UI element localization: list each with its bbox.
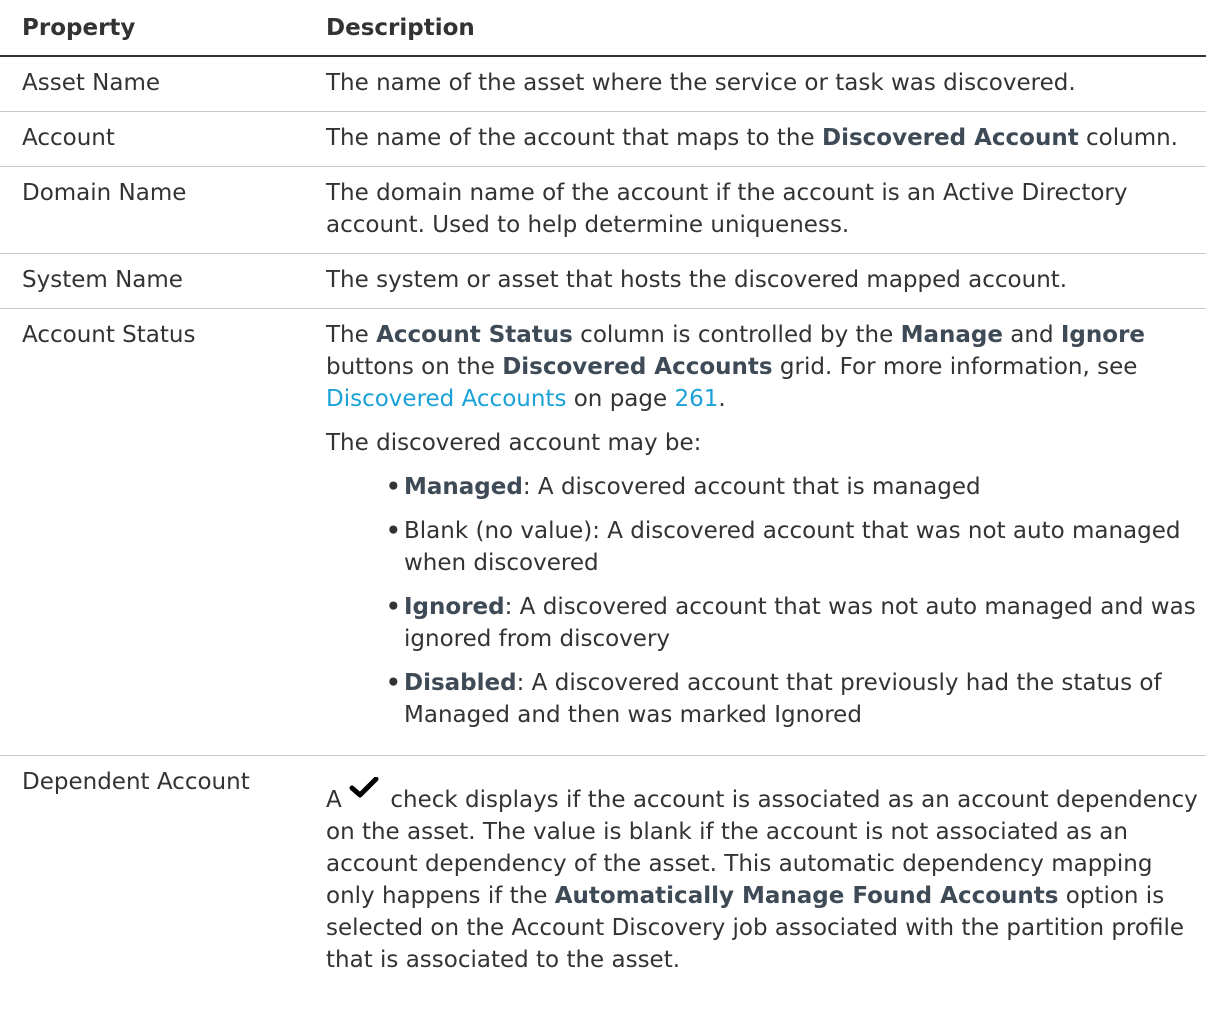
- list-item-text: : A discovered account that was not auto…: [404, 594, 1196, 652]
- list-item: • Ignored: A discovered account that was …: [386, 591, 1202, 655]
- property-cell: Account: [0, 111, 306, 167]
- bold-term: Ignore: [1060, 322, 1146, 348]
- table-row-domain-name: Domain Name The domain name of the accou…: [0, 166, 1206, 254]
- list-item-text: : A discovered account that previously h…: [404, 670, 1162, 728]
- table-row-account-status: Account Status The Account Status column…: [0, 308, 1206, 756]
- status-list: • Managed: A discovered account that is m…: [326, 471, 1202, 731]
- description-text: A: [326, 787, 350, 813]
- bold-term: Manage: [900, 322, 1003, 348]
- checkmark-icon: [349, 776, 383, 798]
- list-item: • Managed: A discovered account that is m…: [386, 471, 1202, 503]
- description-text: column.: [1078, 125, 1178, 151]
- status-paragraph: The Account Status column is controlled …: [326, 319, 1202, 415]
- list-item: • Blank (no value): A discovered account …: [386, 515, 1202, 579]
- page-number-link[interactable]: 261: [674, 386, 718, 412]
- description-cell: A check displays if the account is assoc…: [306, 756, 1206, 989]
- list-item: • Disabled: A discovered account that pre…: [386, 667, 1202, 731]
- property-table: Property Description Asset Name The name…: [0, 0, 1206, 988]
- description-cell: The name of the account that maps to the…: [306, 111, 1206, 167]
- property-cell: Domain Name: [0, 166, 306, 254]
- bold-term: Ignored: [404, 594, 505, 620]
- table-header-row: Property Description: [0, 0, 1206, 57]
- description-text: grid. For more information, see: [772, 354, 1138, 380]
- description-text: The: [326, 322, 377, 348]
- description-text: buttons on the: [326, 354, 503, 380]
- property-column-header: Property: [0, 0, 306, 57]
- table-row-system-name: System Name The system or asset that hos…: [0, 253, 1206, 309]
- property-cell: Asset Name: [0, 56, 306, 112]
- description-cell: The name of the asset where the service …: [306, 56, 1206, 112]
- bold-term: Account Status: [376, 322, 573, 348]
- bullet-icon: •: [386, 594, 401, 620]
- bold-term: Managed: [404, 474, 523, 500]
- description-cell: The Account Status column is controlled …: [306, 308, 1206, 756]
- table-row-asset-name: Asset Name The name of the asset where t…: [0, 56, 1206, 112]
- description-cell: The system or asset that hosts the disco…: [306, 253, 1206, 309]
- description-text: on page: [566, 386, 675, 412]
- table-row-account: Account The name of the account that map…: [0, 111, 1206, 167]
- property-cell: System Name: [0, 253, 306, 309]
- bullet-icon: •: [386, 670, 401, 696]
- description-text: .: [718, 386, 726, 412]
- discovered-accounts-link[interactable]: Discovered Accounts: [326, 386, 566, 412]
- description-column-header: Description: [306, 0, 1206, 57]
- bold-term: Disabled: [404, 670, 517, 696]
- bold-term: Discovered Accounts: [502, 354, 773, 380]
- property-cell: Account Status: [0, 308, 306, 756]
- description-text: The name of the account that maps to the: [326, 125, 822, 151]
- bold-term: Automatically Manage Found Accounts: [554, 883, 1059, 909]
- table-row-dependent-account: Dependent Account A check displays if th…: [0, 756, 1206, 989]
- list-item-text: Blank (no value): A discovered account t…: [404, 518, 1181, 576]
- description-cell: The domain name of the account if the ac…: [306, 166, 1206, 254]
- bullet-icon: •: [386, 518, 401, 544]
- bullet-icon: •: [386, 474, 401, 500]
- list-item-text: : A discovered account that is managed: [522, 474, 981, 500]
- status-intro: The discovered account may be:: [326, 430, 702, 456]
- description-text: and: [1002, 322, 1061, 348]
- bold-term: Discovered Account: [821, 125, 1079, 151]
- property-cell: Dependent Account: [22, 769, 250, 795]
- description-text: column is controlled by the: [572, 322, 901, 348]
